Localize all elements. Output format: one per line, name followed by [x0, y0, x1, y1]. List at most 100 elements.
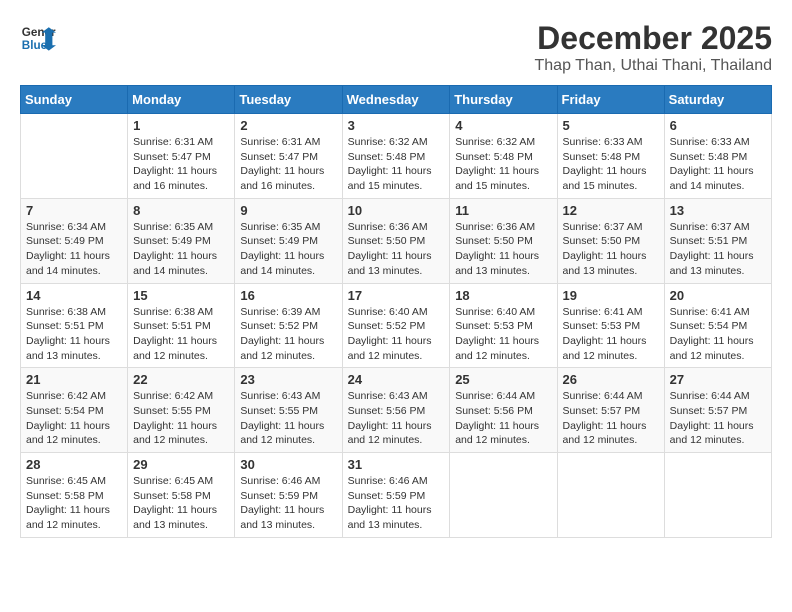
day-info: Sunrise: 6:42 AMSunset: 5:55 PMDaylight:… — [133, 389, 229, 448]
calendar-cell: 17Sunrise: 6:40 AMSunset: 5:52 PMDayligh… — [342, 283, 450, 368]
calendar-week-1: 1 Sunrise: 6:31 AMSunset: 5:47 PMDaylight… — [21, 114, 772, 199]
calendar-cell: 20 Sunrise: 6:41 AMSunset: 5:54 PMDayligh… — [664, 283, 771, 368]
calendar-week-4: 21 Sunrise: 6:42 AMSunset: 5:54 PMDayligh… — [21, 368, 772, 453]
day-info: Sunrise: 6:35 AMSunset: 5:49 PMDaylight:… — [240, 220, 336, 279]
day-number: 22 — [133, 372, 229, 387]
weekday-header-tuesday: Tuesday — [235, 86, 342, 114]
calendar-cell: 13 Sunrise: 6:37 AMSunset: 5:51 PMDayligh… — [664, 198, 771, 283]
day-info: Sunrise: 6:40 AMSunset: 5:53 PMDaylight:… — [455, 305, 551, 364]
day-number: 10 — [348, 203, 445, 218]
day-number: 2 — [240, 118, 336, 133]
day-info: Sunrise: 6:42 AMSunset: 5:54 PMDaylight:… — [26, 389, 122, 448]
day-info: Sunrise: 6:36 AMSunset: 5:50 PMDaylight:… — [455, 220, 551, 279]
calendar-cell — [557, 453, 664, 538]
day-number: 4 — [455, 118, 551, 133]
calendar-cell: 7 Sunrise: 6:34 AMSunset: 5:49 PMDaylight… — [21, 198, 128, 283]
calendar-cell — [21, 114, 128, 199]
calendar-cell: 18 Sunrise: 6:40 AMSunset: 5:53 PMDayligh… — [450, 283, 557, 368]
day-number: 26 — [563, 372, 659, 387]
calendar-cell: 4 Sunrise: 6:32 AMSunset: 5:48 PMDaylight… — [450, 114, 557, 199]
day-number: 15 — [133, 288, 229, 303]
calendar-cell: 12 Sunrise: 6:37 AMSunset: 5:50 PMDayligh… — [557, 198, 664, 283]
title-section: December 2025 Thap Than, Uthai Thani, Th… — [535, 20, 773, 75]
logo: General Blue — [20, 20, 56, 56]
weekday-header-saturday: Saturday — [664, 86, 771, 114]
day-info: Sunrise: 6:32 AMSunset: 5:48 PMDaylight:… — [455, 135, 551, 194]
calendar-cell: 28 Sunrise: 6:45 AMSunset: 5:58 PMDayligh… — [21, 453, 128, 538]
day-number: 14 — [26, 288, 122, 303]
calendar-cell: 29 Sunrise: 6:45 AMSunset: 5:58 PMDayligh… — [128, 453, 235, 538]
day-info: Sunrise: 6:35 AMSunset: 5:49 PMDaylight:… — [133, 220, 229, 279]
calendar-cell: 10 Sunrise: 6:36 AMSunset: 5:50 PMDayligh… — [342, 198, 450, 283]
day-info: Sunrise: 6:41 AMSunset: 5:53 PMDaylight:… — [563, 305, 659, 364]
calendar-cell: 16Sunrise: 6:39 AMSunset: 5:52 PMDayligh… — [235, 283, 342, 368]
weekday-header-row: SundayMondayTuesdayWednesdayThursdayFrid… — [21, 86, 772, 114]
calendar-cell: 8Sunrise: 6:35 AMSunset: 5:49 PMDaylight… — [128, 198, 235, 283]
day-number: 13 — [670, 203, 766, 218]
day-number: 20 — [670, 288, 766, 303]
day-number: 11 — [455, 203, 551, 218]
day-number: 25 — [455, 372, 551, 387]
day-number: 23 — [240, 372, 336, 387]
calendar-cell: 26 Sunrise: 6:44 AMSunset: 5:57 PMDayligh… — [557, 368, 664, 453]
day-number: 21 — [26, 372, 122, 387]
weekday-header-wednesday: Wednesday — [342, 86, 450, 114]
day-info: Sunrise: 6:44 AMSunset: 5:56 PMDaylight:… — [455, 389, 551, 448]
day-info: Sunrise: 6:44 AMSunset: 5:57 PMDaylight:… — [670, 389, 766, 448]
day-info: Sunrise: 6:43 AMSunset: 5:56 PMDaylight:… — [348, 389, 445, 448]
day-number: 24 — [348, 372, 445, 387]
day-number: 3 — [348, 118, 445, 133]
day-number: 29 — [133, 457, 229, 472]
day-info: Sunrise: 6:37 AMSunset: 5:50 PMDaylight:… — [563, 220, 659, 279]
calendar-cell: 14 Sunrise: 6:38 AMSunset: 5:51 PMDayligh… — [21, 283, 128, 368]
day-info: Sunrise: 6:33 AMSunset: 5:48 PMDaylight:… — [563, 135, 659, 194]
calendar-cell: 24 Sunrise: 6:43 AMSunset: 5:56 PMDayligh… — [342, 368, 450, 453]
calendar-cell: 11 Sunrise: 6:36 AMSunset: 5:50 PMDayligh… — [450, 198, 557, 283]
calendar-cell: 30 Sunrise: 6:46 AMSunset: 5:59 PMDayligh… — [235, 453, 342, 538]
day-number: 28 — [26, 457, 122, 472]
logo-icon: General Blue — [20, 20, 56, 56]
calendar-cell: 5 Sunrise: 6:33 AMSunset: 5:48 PMDaylight… — [557, 114, 664, 199]
day-info: Sunrise: 6:34 AMSunset: 5:49 PMDaylight:… — [26, 220, 122, 279]
day-info: Sunrise: 6:41 AMSunset: 5:54 PMDaylight:… — [670, 305, 766, 364]
day-info: Sunrise: 6:44 AMSunset: 5:57 PMDaylight:… — [563, 389, 659, 448]
calendar-cell: 23 Sunrise: 6:43 AMSunset: 5:55 PMDayligh… — [235, 368, 342, 453]
month-year-title: December 2025 — [535, 20, 773, 57]
day-number: 18 — [455, 288, 551, 303]
day-info: Sunrise: 6:33 AMSunset: 5:48 PMDaylight:… — [670, 135, 766, 194]
calendar-cell: 6 Sunrise: 6:33 AMSunset: 5:48 PMDaylight… — [664, 114, 771, 199]
calendar-cell: 31 Sunrise: 6:46 AMSunset: 5:59 PMDayligh… — [342, 453, 450, 538]
day-info: Sunrise: 6:45 AMSunset: 5:58 PMDaylight:… — [133, 474, 229, 533]
day-number: 7 — [26, 203, 122, 218]
day-info: Sunrise: 6:37 AMSunset: 5:51 PMDaylight:… — [670, 220, 766, 279]
day-info: Sunrise: 6:46 AMSunset: 5:59 PMDaylight:… — [348, 474, 445, 533]
calendar-cell — [664, 453, 771, 538]
day-number: 12 — [563, 203, 659, 218]
calendar-cell: 22 Sunrise: 6:42 AMSunset: 5:55 PMDayligh… — [128, 368, 235, 453]
calendar-cell — [450, 453, 557, 538]
calendar-cell: 21 Sunrise: 6:42 AMSunset: 5:54 PMDayligh… — [21, 368, 128, 453]
day-info: Sunrise: 6:38 AMSunset: 5:51 PMDaylight:… — [133, 305, 229, 364]
calendar-cell: 19Sunrise: 6:41 AMSunset: 5:53 PMDayligh… — [557, 283, 664, 368]
day-info: Sunrise: 6:40 AMSunset: 5:52 PMDaylight:… — [348, 305, 445, 364]
day-number: 16 — [240, 288, 336, 303]
calendar-cell: 15 Sunrise: 6:38 AMSunset: 5:51 PMDayligh… — [128, 283, 235, 368]
day-info: Sunrise: 6:43 AMSunset: 5:55 PMDaylight:… — [240, 389, 336, 448]
calendar-cell: 1 Sunrise: 6:31 AMSunset: 5:47 PMDaylight… — [128, 114, 235, 199]
calendar-week-5: 28 Sunrise: 6:45 AMSunset: 5:58 PMDayligh… — [21, 453, 772, 538]
day-info: Sunrise: 6:45 AMSunset: 5:58 PMDaylight:… — [26, 474, 122, 533]
calendar-table: SundayMondayTuesdayWednesdayThursdayFrid… — [20, 85, 772, 538]
day-info: Sunrise: 6:46 AMSunset: 5:59 PMDaylight:… — [240, 474, 336, 533]
calendar-cell: 2Sunrise: 6:31 AMSunset: 5:47 PMDaylight… — [235, 114, 342, 199]
day-number: 5 — [563, 118, 659, 133]
day-info: Sunrise: 6:38 AMSunset: 5:51 PMDaylight:… — [26, 305, 122, 364]
weekday-header-sunday: Sunday — [21, 86, 128, 114]
day-info: Sunrise: 6:36 AMSunset: 5:50 PMDaylight:… — [348, 220, 445, 279]
day-number: 1 — [133, 118, 229, 133]
day-info: Sunrise: 6:31 AMSunset: 5:47 PMDaylight:… — [133, 135, 229, 194]
day-number: 6 — [670, 118, 766, 133]
weekday-header-friday: Friday — [557, 86, 664, 114]
day-number: 30 — [240, 457, 336, 472]
day-number: 31 — [348, 457, 445, 472]
day-info: Sunrise: 6:32 AMSunset: 5:48 PMDaylight:… — [348, 135, 445, 194]
